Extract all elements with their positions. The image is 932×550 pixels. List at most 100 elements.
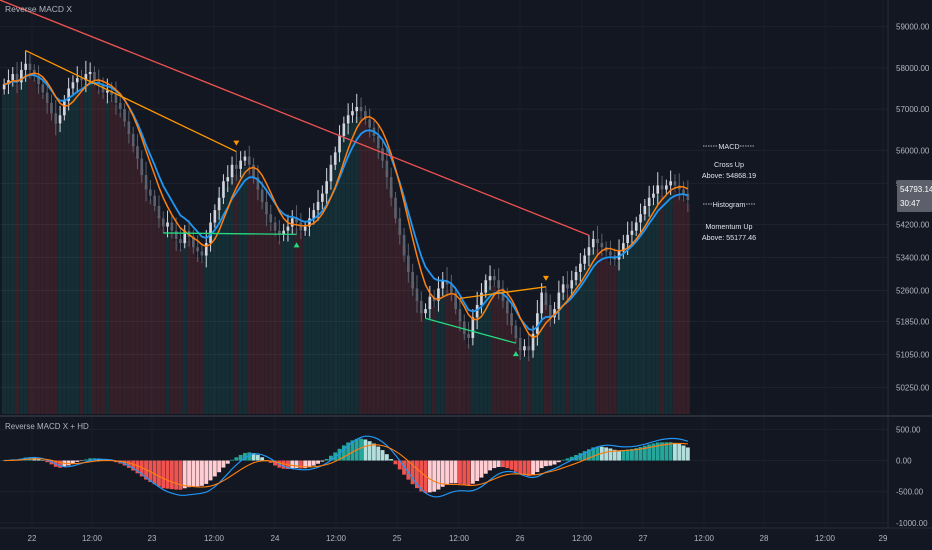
candle-body	[149, 189, 152, 196]
histogram-bar	[152, 460, 157, 485]
histogram-bar	[556, 460, 561, 463]
candle-body	[273, 222, 277, 231]
trading-chart[interactable]: 59000.0058000.0057000.0056000.0055200.00…	[0, 0, 932, 550]
volume-bar	[23, 73, 28, 414]
histogram-bar	[294, 460, 299, 469]
price-axis-label: 52600.00	[896, 287, 930, 296]
volume-bar	[268, 224, 273, 414]
candle-body	[131, 133, 135, 147]
candle-body	[527, 346, 531, 351]
histogram-bar	[191, 460, 196, 487]
volume-bar	[96, 90, 101, 414]
volume-bar	[565, 294, 570, 414]
candle-body	[71, 82, 75, 89]
candle-body	[28, 63, 32, 70]
price-axis-label: 53400.00	[896, 254, 930, 263]
histogram-bar	[311, 460, 316, 466]
candle-body	[583, 255, 586, 264]
time-axis-label: 25	[393, 534, 402, 543]
sub-axis-label: 500.00	[896, 425, 921, 434]
histogram-bar	[617, 450, 621, 461]
volume-bar	[238, 170, 243, 414]
volume-bar	[573, 281, 578, 414]
histogram-bar	[509, 460, 514, 470]
histogram-bar	[668, 442, 673, 461]
histogram-bar	[479, 460, 484, 478]
histogram-bar	[483, 460, 488, 474]
volume-bar	[83, 84, 88, 415]
volume-bar	[496, 290, 501, 414]
volume-bar	[57, 125, 62, 414]
candle-body	[118, 102, 122, 110]
volume-bar	[277, 240, 282, 414]
histogram-bar	[320, 460, 325, 462]
candle-body	[510, 313, 513, 326]
candle-body	[660, 185, 664, 190]
candle-body	[196, 247, 199, 252]
histogram-bar	[195, 460, 200, 487]
candle-body	[389, 177, 393, 198]
volume-bar	[354, 117, 359, 414]
volume-bar	[457, 319, 462, 414]
candle-body	[385, 160, 389, 178]
candle-body	[127, 121, 131, 134]
volume-bar	[453, 302, 458, 414]
volume-bar	[195, 257, 200, 414]
candle-body	[574, 271, 578, 281]
histogram-bar	[316, 460, 320, 464]
volume-bar	[14, 84, 19, 415]
histogram-bar	[531, 460, 535, 475]
candle-body	[579, 263, 582, 272]
volume-bar	[264, 211, 269, 414]
volume-bar	[169, 232, 174, 414]
volume-bar	[174, 240, 179, 414]
candle-body	[243, 156, 247, 161]
histogram-bar	[449, 460, 454, 484]
candle-body	[338, 135, 341, 153]
candle-body	[626, 234, 629, 244]
volume-bar	[552, 319, 557, 414]
histogram-bar	[673, 442, 677, 461]
volume-bar	[492, 286, 497, 414]
volume-bar	[182, 240, 187, 414]
volume-bar	[333, 162, 338, 414]
volume-bar	[401, 244, 406, 414]
info-macd-line2: Above: 54868.19	[702, 171, 756, 180]
volume-bar	[260, 199, 265, 414]
histogram-bar	[621, 450, 626, 461]
candle-body	[518, 337, 522, 351]
volume-bar	[586, 257, 591, 414]
volume-bar	[638, 224, 643, 414]
candle-body	[647, 197, 651, 206]
candle-body	[144, 175, 148, 190]
volume-bar	[569, 290, 574, 414]
histogram-bar	[363, 439, 368, 461]
volume-bar	[79, 88, 84, 414]
price-axis-label: 59000.00	[896, 23, 930, 32]
volume-bar	[105, 100, 110, 415]
volume-bar	[6, 90, 11, 414]
volume-bar	[677, 195, 682, 414]
histogram-bar	[440, 460, 445, 487]
candle-body	[88, 71, 92, 75]
histogram-bar	[595, 446, 600, 461]
volume-bar	[647, 207, 652, 414]
volume-bar	[135, 156, 140, 415]
candle-body	[591, 238, 595, 248]
histogram-bar	[625, 449, 630, 461]
volume-bar	[440, 290, 445, 414]
histogram-bar	[376, 446, 381, 461]
price-axis-label: 58000.00	[896, 64, 930, 73]
candle-body	[587, 247, 591, 256]
candle-body	[351, 111, 354, 116]
histogram-bar	[544, 460, 548, 467]
volume-bar	[608, 261, 613, 414]
histogram-bar	[234, 457, 239, 461]
volume-bar	[367, 129, 372, 414]
histogram-bar	[505, 460, 510, 469]
volume-bar	[324, 191, 329, 414]
time-axis-label: 12:00	[82, 534, 103, 543]
histogram-bar	[324, 458, 329, 461]
histogram-bar	[432, 460, 437, 492]
histogram-bar	[290, 460, 295, 469]
